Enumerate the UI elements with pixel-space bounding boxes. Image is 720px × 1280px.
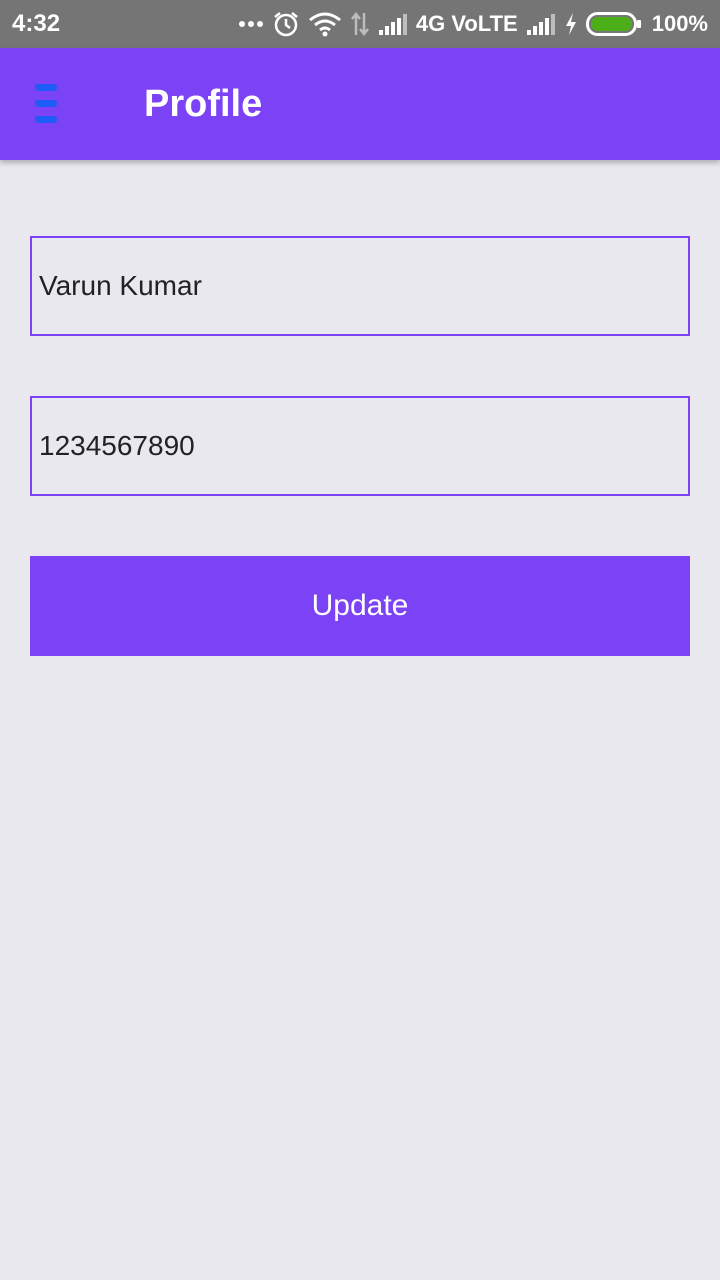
update-button[interactable]: Update	[30, 556, 690, 656]
signal-icon	[378, 14, 407, 35]
data-arrows-icon	[350, 11, 369, 37]
alarm-icon	[274, 12, 298, 37]
name-input[interactable]	[30, 236, 690, 336]
network-label: 4G VoLTE	[415, 11, 518, 36]
hamburger-menu-icon	[35, 84, 57, 124]
battery-percent: 100%	[651, 11, 708, 36]
wifi-icon	[308, 12, 341, 37]
status-icons: 4G VoLTE 100%	[238, 8, 708, 40]
battery-icon	[585, 12, 641, 36]
signal-icon-2	[526, 14, 555, 35]
status-time: 4:32	[12, 10, 61, 37]
status-bar: 4:32 4G VoLTE 100%	[0, 0, 720, 48]
app-bar: Profile	[0, 48, 720, 160]
charging-icon	[565, 13, 576, 35]
more-dots-icon	[238, 21, 263, 27]
phone-input[interactable]	[30, 396, 690, 496]
page-title: Profile	[144, 83, 263, 125]
menu-button[interactable]	[26, 76, 66, 132]
